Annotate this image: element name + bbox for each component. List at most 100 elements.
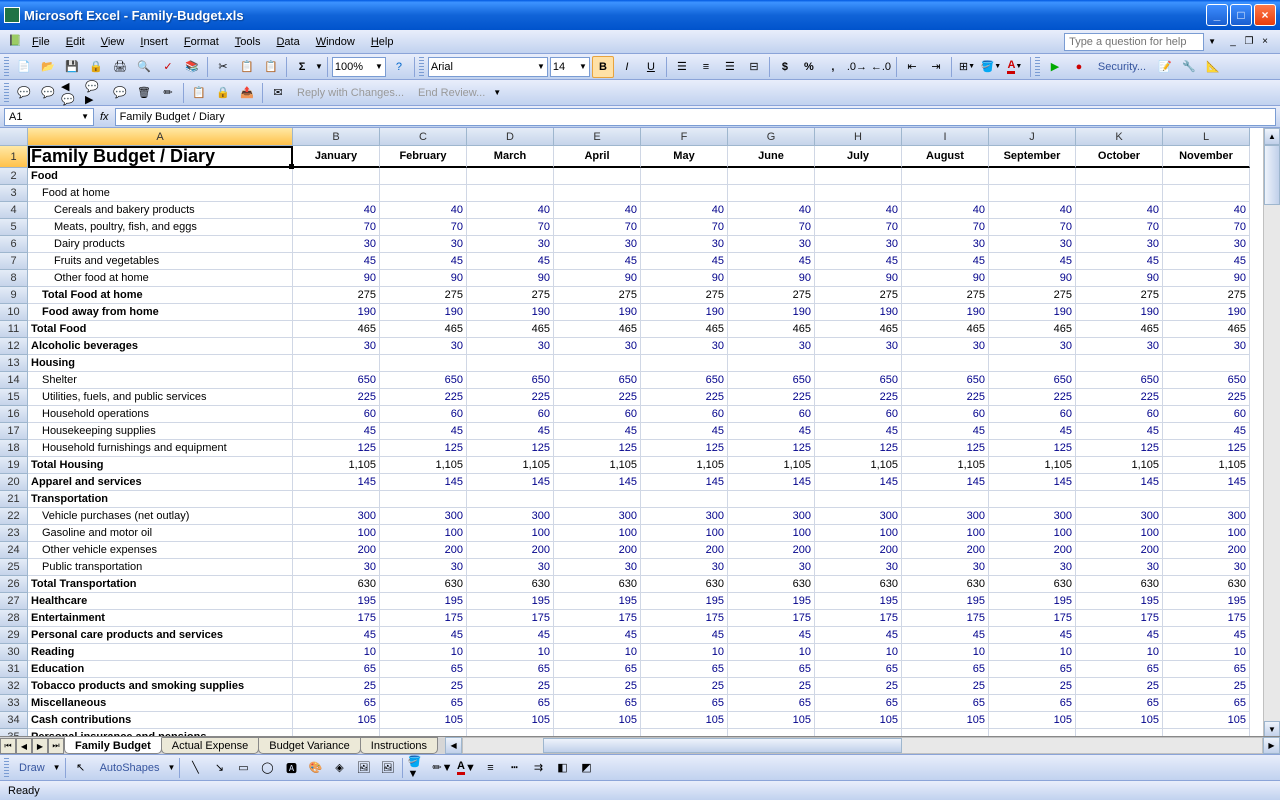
menu-data[interactable]: Data [268, 34, 307, 50]
cell[interactable]: 1,105 [293, 457, 380, 474]
help-dropdown-icon[interactable]: ▼ [1208, 37, 1216, 46]
cell[interactable]: 90 [467, 270, 554, 287]
row-header[interactable]: 5 [0, 219, 28, 236]
align-center-button[interactable]: ≡ [695, 56, 717, 78]
cell[interactable]: 65 [902, 695, 989, 712]
cell[interactable]: 90 [989, 270, 1076, 287]
arrow-button[interactable]: ↘ [208, 757, 230, 779]
cell[interactable]: 65 [293, 695, 380, 712]
cell[interactable]: 630 [815, 576, 902, 593]
cell[interactable]: 195 [554, 593, 641, 610]
cell[interactable]: 10 [1163, 644, 1250, 661]
cell[interactable]: 200 [815, 542, 902, 559]
cell[interactable]: 30 [1076, 338, 1163, 355]
cell[interactable]: 630 [467, 576, 554, 593]
cell[interactable] [815, 185, 902, 202]
cell[interactable]: 45 [293, 253, 380, 270]
cell[interactable]: 465 [467, 321, 554, 338]
cell[interactable]: 45 [989, 423, 1076, 440]
cell[interactable]: 65 [815, 695, 902, 712]
cell[interactable] [1076, 491, 1163, 508]
cell[interactable]: 105 [902, 712, 989, 729]
cell[interactable]: 465 [902, 321, 989, 338]
column-header[interactable]: I [902, 128, 989, 146]
cell[interactable]: 40 [815, 202, 902, 219]
cell[interactable]: Total Transportation [28, 576, 293, 593]
cell[interactable]: 175 [467, 610, 554, 627]
tab-first-button[interactable]: ⏮ [0, 738, 16, 754]
cell[interactable] [641, 168, 728, 185]
cell[interactable]: Alcoholic beverages [28, 338, 293, 355]
row-header[interactable]: 8 [0, 270, 28, 287]
cell[interactable] [380, 185, 467, 202]
fill-color-button[interactable]: 🪣▼ [980, 56, 1002, 78]
cell[interactable]: 45 [815, 253, 902, 270]
save-button[interactable]: 💾 [61, 56, 83, 78]
tab-next-button[interactable]: ▶ [32, 738, 48, 754]
cell[interactable]: 225 [467, 389, 554, 406]
reply-changes-button[interactable]: Reply with Changes... [291, 87, 410, 99]
cell[interactable]: 300 [815, 508, 902, 525]
column-header[interactable]: B [293, 128, 380, 146]
oval-button[interactable]: ◯ [256, 757, 278, 779]
currency-button[interactable]: $ [774, 56, 796, 78]
cell[interactable]: Other vehicle expenses [28, 542, 293, 559]
row-header[interactable]: 14 [0, 372, 28, 389]
cell[interactable]: 45 [380, 627, 467, 644]
cell[interactable]: 275 [1076, 287, 1163, 304]
cell[interactable]: Family Budget / Diary [28, 146, 293, 168]
arrow-style-button[interactable]: ⇉ [527, 757, 549, 779]
cell[interactable] [641, 185, 728, 202]
row-header[interactable]: 6 [0, 236, 28, 253]
cell[interactable] [815, 355, 902, 372]
font-color-button[interactable]: A▼ [455, 757, 477, 779]
cell[interactable]: 1,105 [467, 457, 554, 474]
doc-close-button[interactable]: × [1258, 35, 1272, 49]
cell[interactable]: 45 [380, 253, 467, 270]
cell[interactable]: 10 [293, 644, 380, 661]
cell[interactable]: 90 [293, 270, 380, 287]
cell[interactable]: 195 [902, 593, 989, 610]
row-header[interactable]: 21 [0, 491, 28, 508]
row-header[interactable]: 30 [0, 644, 28, 661]
cell[interactable]: 145 [728, 474, 815, 491]
cell[interactable]: 30 [902, 559, 989, 576]
cell[interactable]: Entertainment [28, 610, 293, 627]
cell[interactable]: 630 [641, 576, 728, 593]
scroll-up-button[interactable]: ▲ [1264, 128, 1280, 145]
spell-check-button[interactable]: ✓ [157, 56, 179, 78]
underline-button[interactable]: U [640, 56, 662, 78]
help-button[interactable]: ? [388, 56, 410, 78]
align-left-button[interactable]: ☰ [671, 56, 693, 78]
cell[interactable]: 300 [554, 508, 641, 525]
cell[interactable]: 275 [554, 287, 641, 304]
cell[interactable]: 145 [380, 474, 467, 491]
cell[interactable]: 65 [641, 661, 728, 678]
cell[interactable] [467, 491, 554, 508]
cell[interactable]: 125 [641, 440, 728, 457]
cell[interactable]: 650 [1076, 372, 1163, 389]
cell[interactable]: 45 [293, 627, 380, 644]
cell[interactable]: 175 [1076, 610, 1163, 627]
cell[interactable]: 1,105 [989, 457, 1076, 474]
cell[interactable]: 105 [1076, 712, 1163, 729]
cell[interactable]: 45 [902, 423, 989, 440]
cell[interactable]: 190 [1163, 304, 1250, 321]
cell[interactable]: 195 [641, 593, 728, 610]
cell[interactable]: 630 [554, 576, 641, 593]
cell[interactable]: Total Food at home [28, 287, 293, 304]
cell[interactable]: 45 [728, 423, 815, 440]
cell[interactable]: 90 [641, 270, 728, 287]
cell[interactable]: 30 [1163, 338, 1250, 355]
cell[interactable] [728, 185, 815, 202]
toolbar-grip[interactable] [4, 57, 9, 77]
cell[interactable]: 60 [641, 406, 728, 423]
row-header[interactable]: 32 [0, 678, 28, 695]
tab-prev-button[interactable]: ◀ [16, 738, 32, 754]
cell[interactable]: March [467, 146, 554, 168]
cell[interactable]: 30 [467, 338, 554, 355]
cell[interactable]: 650 [467, 372, 554, 389]
cell[interactable]: 200 [728, 542, 815, 559]
cell[interactable]: 195 [728, 593, 815, 610]
cell[interactable]: 65 [728, 695, 815, 712]
